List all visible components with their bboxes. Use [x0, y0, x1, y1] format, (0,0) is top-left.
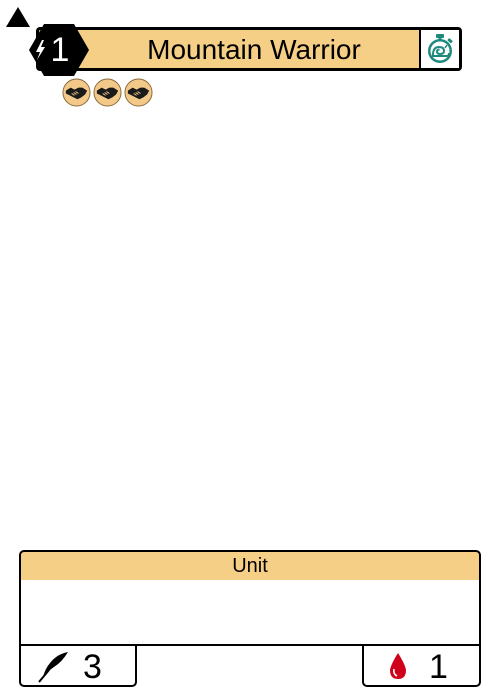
cost-value: 1 [50, 31, 70, 69]
speed-box [419, 30, 459, 68]
attack-value: 3 [83, 648, 102, 686]
trait-icons [62, 78, 153, 108]
health-value: 1 [429, 648, 448, 686]
handshake-icon [62, 78, 91, 107]
stopwatch-snail-icon [428, 34, 453, 63]
attack-stat: 3 [19, 644, 137, 687]
title-bar: Mountain Warrior [36, 27, 462, 71]
quill-icon [38, 652, 68, 683]
health-stat: 1 [362, 644, 481, 687]
card: Mountain Warrior 1 Unit 3 1 [0, 0, 500, 700]
card-title: Mountain Warrior [147, 34, 361, 65]
handshake-icon [124, 78, 153, 107]
rules-text-box [19, 580, 481, 646]
type-line: Unit [19, 550, 481, 582]
triangle-icon [6, 7, 30, 27]
handshake-icon [93, 78, 122, 107]
blood-drop-icon [390, 653, 406, 679]
